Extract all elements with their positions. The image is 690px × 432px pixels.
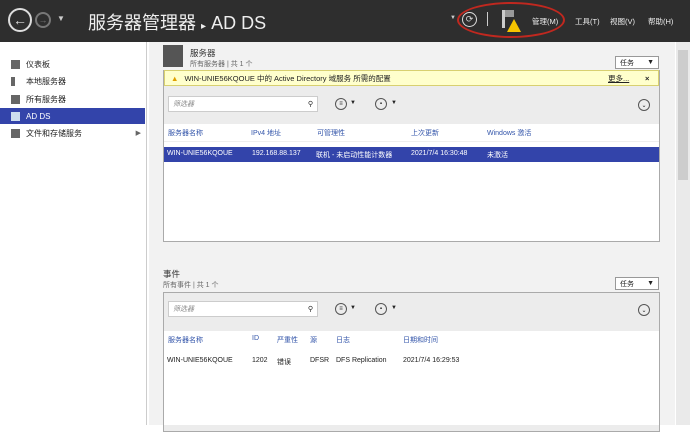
servers-icon xyxy=(11,94,20,104)
search-icon[interactable]: ⚲ xyxy=(308,100,313,108)
column-header[interactable]: 源 xyxy=(310,335,317,345)
table-row[interactable]: WIN-UNIE56KQOUE 192.168.88.137 联机 - 未启动性… xyxy=(164,147,659,162)
chevron-down-icon[interactable]: ▼ xyxy=(350,100,356,106)
servers-table: 服务器名称 IPv4 地址 可管理性 上次更新 Windows 激活 WIN-U… xyxy=(164,124,659,241)
cell: 1202 xyxy=(252,357,268,364)
filter-placeholder: 筛选器 xyxy=(173,306,194,313)
cell: 错误 xyxy=(277,359,291,366)
events-title: 事件 xyxy=(163,269,181,279)
column-header[interactable]: 上次更新 xyxy=(411,128,439,138)
sidebar-item-label: AD DS xyxy=(26,111,51,121)
list-options-icon[interactable]: ≡ xyxy=(335,303,347,315)
events-subtitle: 所有事件 | 共 1 个 xyxy=(163,282,219,289)
cell: WIN-UNIE56KQOUE xyxy=(167,357,233,364)
server-icon xyxy=(11,76,15,86)
flag-icon xyxy=(505,10,514,17)
dashboard-icon xyxy=(11,59,20,69)
close-icon[interactable]: × xyxy=(645,74,649,83)
refresh-icon[interactable]: ⟳ xyxy=(462,12,477,27)
events-tasks-button[interactable]: 任务 ▼ xyxy=(615,277,659,290)
menu-manage[interactable]: 管理(M) xyxy=(532,16,558,27)
sidebar-item-file-storage[interactable]: 文件和存储服务 ▶ xyxy=(0,125,145,141)
chevron-down-icon[interactable]: ▼ xyxy=(391,100,397,106)
cell: DFSR xyxy=(310,357,330,364)
chevron-down-icon: ▼ xyxy=(647,280,654,287)
search-icon[interactable]: ⚲ xyxy=(308,305,313,313)
cell: 2021/7/4 16:30:48 xyxy=(411,150,468,157)
table-row[interactable]: WIN-UNIE56KQOUE 1202 错误 DFSR DFS Replica… xyxy=(164,354,659,369)
column-header[interactable]: 服务器名称 xyxy=(168,128,203,138)
cell: 2021/7/4 16:29:53 xyxy=(403,357,460,364)
sidebar-item-local-server[interactable]: 本地服务器 xyxy=(0,73,145,89)
cell: 192.168.88.137 xyxy=(252,150,301,157)
sidebar: 仪表板 本地服务器 所有服务器 AD DS 文件和存储服务 ▶ xyxy=(0,42,147,425)
forward-button[interactable]: → xyxy=(35,12,51,28)
filter-placeholder: 筛选器 xyxy=(173,101,194,108)
ad-ds-icon xyxy=(11,111,20,121)
cell: 未激活 xyxy=(487,152,508,159)
menu-tools[interactable]: 工具(T) xyxy=(575,16,600,27)
warning-icon xyxy=(507,19,521,32)
back-button[interactable]: ← xyxy=(8,8,32,32)
config-warning-banner: ▲ WIN-UNIE56KQOUE 中的 Active Directory 域服务… xyxy=(164,70,659,86)
cell: 联机 - 未启动性能计数器 xyxy=(316,152,393,159)
servers-icon xyxy=(163,45,183,67)
banner-more-link[interactable]: 更多... xyxy=(608,73,629,84)
sidebar-item-ad-ds[interactable]: AD DS xyxy=(0,108,145,124)
cell: WIN-UNIE56KQOUE xyxy=(167,150,233,157)
history-dropdown-icon[interactable]: ▼ xyxy=(57,14,65,23)
events-table: 服务器名称 ID 严重性 源 日志 日期和时间 WIN-UNIE56KQOUE … xyxy=(164,331,659,425)
sidebar-item-all-servers[interactable]: 所有服务器 xyxy=(0,91,145,107)
servers-tasks-button[interactable]: 任务 ▼ xyxy=(615,56,659,69)
chevron-down-icon: ▼ xyxy=(647,59,654,66)
servers-subtitle: 所有服务器 | 共 1 个 xyxy=(190,61,253,68)
sidebar-item-dashboard[interactable]: 仪表板 xyxy=(0,56,145,72)
cell: DFS Replication xyxy=(336,357,387,364)
dropdown-icon[interactable]: ▼ xyxy=(450,15,456,21)
column-header[interactable]: 日志 xyxy=(336,335,350,345)
divider xyxy=(487,12,488,26)
save-query-icon[interactable]: ▪ xyxy=(375,303,387,315)
warning-icon: ▲ xyxy=(171,73,179,83)
storage-icon xyxy=(11,128,20,138)
column-header[interactable]: IPv4 地址 xyxy=(251,128,281,138)
column-header[interactable]: ID xyxy=(252,335,259,342)
column-header[interactable]: 可管理性 xyxy=(317,128,345,138)
menu-help[interactable]: 帮助(H) xyxy=(648,16,673,27)
sidebar-item-label: 本地服务器 xyxy=(26,76,66,86)
column-header[interactable]: 服务器名称 xyxy=(168,335,203,345)
list-options-icon[interactable]: ≡ xyxy=(335,98,347,110)
banner-text: WIN-UNIE56KQOUE 中的 Active Directory 域服务 … xyxy=(184,73,391,83)
table-header: 服务器名称 ID 严重性 源 日志 日期和时间 xyxy=(164,331,659,347)
save-query-icon[interactable]: ▪ xyxy=(375,98,387,110)
chevron-right-icon: ▶ xyxy=(135,130,141,137)
column-header[interactable]: 严重性 xyxy=(277,335,298,345)
column-header[interactable]: 日期和时间 xyxy=(403,335,438,345)
table-header: 服务器名称 IPv4 地址 可管理性 上次更新 Windows 激活 xyxy=(164,124,659,142)
column-header[interactable]: Windows 激活 xyxy=(487,128,531,138)
page-title: 服务器管理器 ▸ AD DS xyxy=(88,13,267,33)
servers-title: 服务器 xyxy=(190,48,216,58)
scrollbar-thumb[interactable] xyxy=(678,50,688,180)
tasks-label: 任务 xyxy=(620,280,634,288)
tasks-label: 任务 xyxy=(620,59,634,67)
sidebar-item-label: 所有服务器 xyxy=(26,94,66,104)
expand-icon[interactable]: ⌄ xyxy=(638,304,650,316)
events-filter-input[interactable]: 筛选器 ⚲ xyxy=(168,301,318,317)
chevron-down-icon[interactable]: ▼ xyxy=(391,305,397,311)
sidebar-item-label: 文件和存储服务 xyxy=(26,128,82,138)
menu-view[interactable]: 视图(V) xyxy=(610,16,635,27)
servers-filter-input[interactable]: 筛选器 ⚲ xyxy=(168,96,318,112)
sidebar-item-label: 仪表板 xyxy=(26,59,50,69)
chevron-down-icon[interactable]: ▼ xyxy=(350,305,356,311)
expand-icon[interactable]: ⌄ xyxy=(638,99,650,111)
